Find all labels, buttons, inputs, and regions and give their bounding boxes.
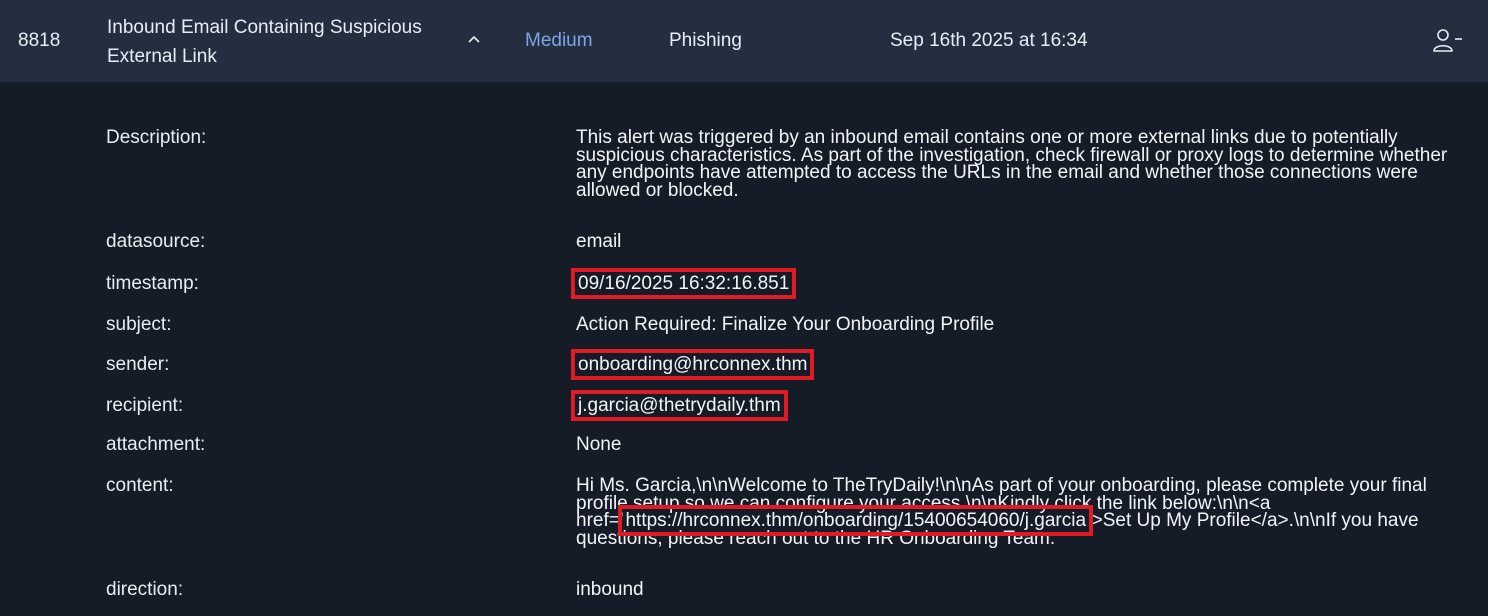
datasource-label: datasource: [106, 231, 206, 252]
direction-label: direction: [106, 579, 184, 600]
alert-row[interactable]: 8818 Inbound Email Containing Suspicious… [0, 0, 1488, 82]
subject-label: subject: [106, 314, 172, 335]
attachment-value: None [576, 434, 622, 455]
direction-value: inbound [576, 579, 644, 600]
datasource-value: email [576, 231, 622, 252]
recipient-highlight: j.garcia@thetrydaily.thm [571, 390, 788, 421]
alert-category: Phishing [669, 30, 742, 51]
content-value: Hi Ms. Garcia,\n\nWelcome to TheTryDaily… [576, 476, 1466, 547]
sender-label: sender: [106, 354, 170, 375]
timestamp-value: 09/16/2025 16:32:16.851 [570, 268, 797, 299]
severity-badge: Medium [525, 30, 593, 51]
attachment-label: attachment: [106, 434, 206, 455]
alert-time: Sep 16th 2025 at 16:34 [890, 30, 1088, 51]
alert-id: 8818 [18, 30, 61, 51]
subject-value: Action Required: Finalize Your Onboardin… [576, 314, 995, 335]
sender-highlight: onboarding@hrconnex.thm [570, 349, 815, 380]
description-label: Description: [106, 127, 207, 148]
timestamp-label: timestamp: [106, 273, 199, 294]
recipient-label: recipient: [106, 395, 184, 416]
alert-title: Inbound Email Containing Suspicious Exte… [107, 17, 422, 67]
timestamp-highlight: 09/16/2025 16:32:16.851 [570, 268, 797, 299]
content-label: content: [106, 475, 174, 496]
alert-details: Description: This alert was triggered by… [0, 82, 1488, 616]
alert-page: 8818 Inbound Email Containing Suspicious… [0, 0, 1488, 616]
user-minus-icon[interactable] [1431, 27, 1463, 53]
sender-value: onboarding@hrconnex.thm [570, 349, 815, 380]
recipient-value: j.garcia@thetrydaily.thm [571, 390, 788, 421]
chevron-up-icon[interactable] [464, 30, 484, 50]
description-value: This alert was triggered by an inbound e… [576, 127, 1448, 201]
